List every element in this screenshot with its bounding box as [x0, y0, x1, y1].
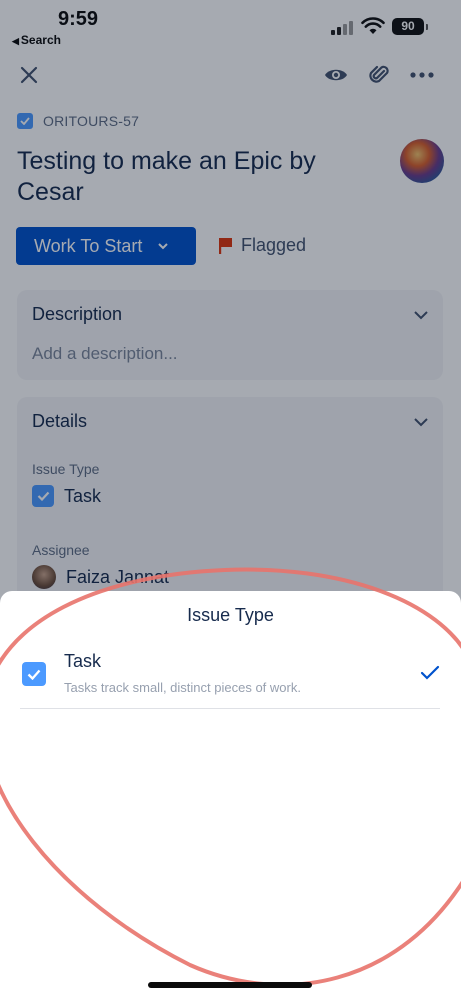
option-description: Tasks track small, distinct pieces of wo…: [64, 680, 301, 695]
sheet-title: Issue Type: [187, 605, 274, 625]
issue-type-option-task[interactable]: Task Tasks track small, distinct pieces …: [20, 643, 440, 709]
home-indicator[interactable]: [148, 982, 312, 988]
checkmark-icon: [420, 665, 440, 680]
issue-type-sheet: Issue Type Task Tasks track small, disti…: [0, 591, 461, 998]
option-name: Task: [64, 651, 102, 671]
task-type-icon: [22, 662, 46, 686]
